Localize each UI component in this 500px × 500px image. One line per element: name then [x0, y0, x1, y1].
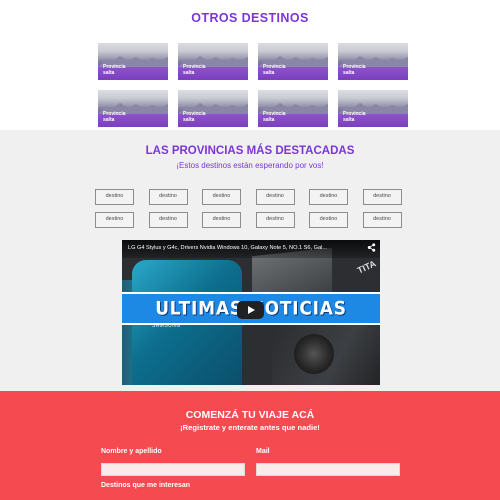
destinos-grid: destino destino destino destino destino …: [95, 189, 402, 228]
play-icon: [247, 306, 255, 314]
destino-card[interactable]: Provincia salta: [338, 90, 408, 127]
fan-image: [294, 334, 334, 374]
destino-button[interactable]: destino: [202, 189, 241, 205]
destino-button[interactable]: destino: [95, 189, 134, 205]
otros-destinos-cards: Provincia salta Provincia salta Provinci…: [98, 43, 414, 127]
destino-button[interactable]: destino: [309, 212, 348, 228]
card-label: Provincia salta: [263, 111, 286, 123]
destino-button[interactable]: destino: [255, 189, 295, 205]
destino-button[interactable]: destino: [362, 189, 402, 205]
destinos-interes-label: Destinos que me interesan: [101, 482, 191, 489]
video-title-bar: LG G4 Stylus y G4c, Drivers Nvidia Windo…: [122, 240, 380, 258]
destino-card[interactable]: Provincia salta: [178, 43, 248, 80]
provincias-section: LAS PROVINCIAS MÁS DESTACADAS ¡Estos des…: [0, 130, 500, 391]
destino-card[interactable]: Provincia salta: [178, 90, 248, 127]
destino-card[interactable]: Provincia salta: [98, 43, 168, 80]
otros-destinos-title: OTROS DESTINOS: [191, 11, 309, 25]
video-title[interactable]: LG G4 Stylus y G4c, Drivers Nvidia Windo…: [128, 245, 358, 251]
mail-input[interactable]: [256, 463, 400, 476]
destino-button[interactable]: destino: [255, 212, 295, 228]
gpu-brand-text: TITA: [355, 258, 378, 276]
card-label: Provincia salta: [263, 64, 286, 76]
graphics-card-image: [272, 318, 380, 385]
destino-button[interactable]: destino: [309, 189, 348, 205]
card-label: Provincia salta: [183, 111, 206, 123]
card-label: Provincia salta: [103, 64, 126, 76]
registro-subtitle: ¡Registrate y enterate antes que nadie!: [180, 423, 320, 432]
registro-section: COMENZÁ TU VIAJE ACÁ ¡Registrate y enter…: [0, 391, 500, 500]
video-player[interactable]: TITA SAMSUNG LG G4 Stylus y G4c, Drivers…: [122, 240, 380, 385]
card-label: Provincia salta: [183, 64, 206, 76]
card-label: Provincia salta: [103, 111, 126, 123]
provincias-subtitle: ¡Estos destinos están esperando por vos!: [176, 161, 324, 170]
destino-button[interactable]: destino: [148, 212, 188, 228]
destino-card[interactable]: Provincia salta: [98, 90, 168, 127]
destino-card[interactable]: Provincia salta: [258, 90, 328, 127]
destino-button[interactable]: destino: [362, 212, 402, 228]
destino-button[interactable]: destino: [95, 212, 134, 228]
destino-button[interactable]: destino: [148, 189, 188, 205]
card-label: Provincia salta: [343, 64, 366, 76]
destino-button[interactable]: destino: [202, 212, 241, 228]
nombre-input[interactable]: [101, 463, 245, 476]
nombre-label: Nombre y apellido: [101, 448, 162, 455]
provincias-title: LAS PROVINCIAS MÁS DESTACADAS: [145, 145, 355, 157]
destino-card[interactable]: Provincia salta: [338, 43, 408, 80]
otros-destinos-section: OTROS DESTINOS Provincia salta Provincia…: [0, 0, 500, 130]
mail-label: Mail: [256, 448, 270, 455]
share-icon[interactable]: [367, 243, 376, 254]
registro-title: COMENZÁ TU VIAJE ACÁ: [185, 409, 315, 421]
card-label: Provincia salta: [343, 111, 366, 123]
play-button[interactable]: [237, 301, 264, 319]
destino-card[interactable]: Provincia salta: [258, 43, 328, 80]
